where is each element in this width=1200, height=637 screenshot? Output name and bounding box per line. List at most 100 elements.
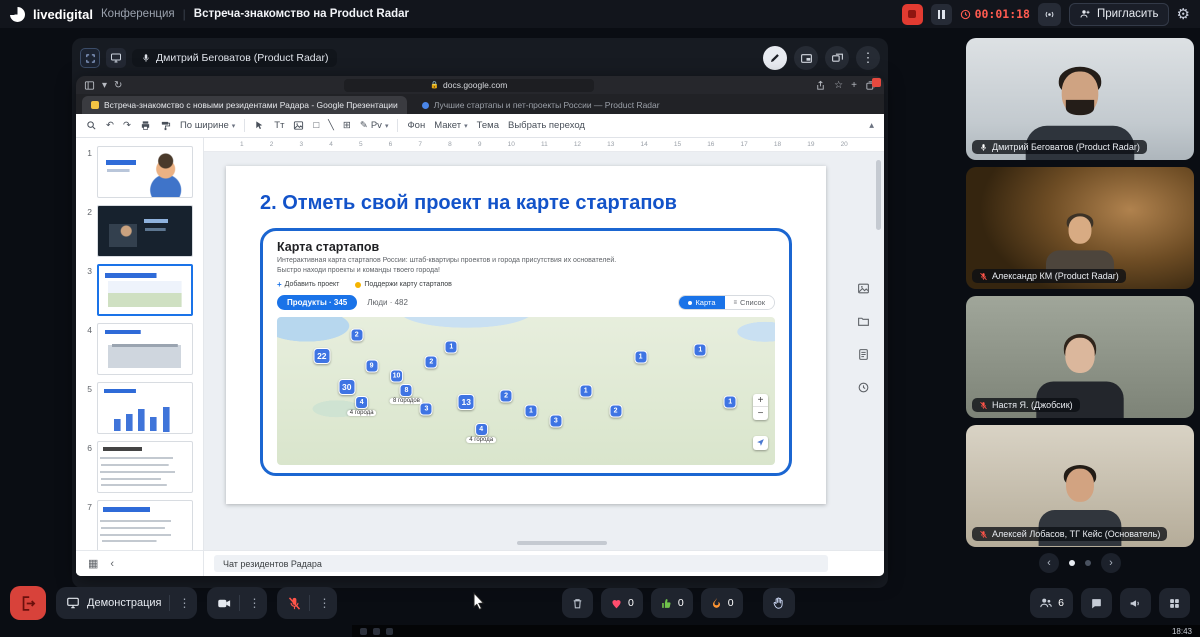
zoom-out-button[interactable]: − (753, 407, 768, 420)
microphone-button[interactable]: ⋮ (276, 587, 337, 619)
slide-thumbnail[interactable]: 4 (82, 323, 197, 375)
doc-panel-icon[interactable] (857, 348, 870, 361)
pause-recording-button[interactable] (930, 3, 952, 25)
pager-prev-button[interactable]: ‹ (1039, 553, 1059, 573)
map-marker[interactable]: 3 (549, 414, 563, 428)
pager-dot-active[interactable] (1069, 560, 1075, 566)
fire-reaction-button[interactable]: 0 (700, 588, 743, 618)
map-marker[interactable]: 9 (365, 359, 379, 373)
slide-thumbnail[interactable]: 1 (82, 146, 197, 198)
map-marker[interactable]: 1 (444, 340, 458, 354)
startup-map[interactable]: + − 2 22 9 30 10 4 4 города 8 8 городов … (277, 317, 775, 466)
layout-button[interactable]: Макет ▾ (434, 120, 467, 131)
table-tool-icon[interactable]: ⊞ (343, 120, 351, 131)
apps-grid-button[interactable] (1159, 588, 1190, 618)
mic-options-icon[interactable]: ⋮ (317, 596, 333, 610)
support-map-link[interactable]: Поддержи карту стартапов (355, 281, 452, 288)
slide-thumbnail[interactable]: 5 (82, 382, 197, 434)
photos-panel-icon[interactable] (857, 282, 870, 295)
slide-thumbnail[interactable]: 2 (82, 205, 197, 257)
share-screen-indicator-button[interactable] (106, 48, 126, 68)
settings-gear-icon[interactable]: ⚙ (1177, 7, 1190, 22)
heart-reaction-button[interactable]: 0 (601, 588, 643, 618)
chat-button[interactable] (1081, 588, 1112, 618)
paint-format-icon[interactable] (160, 120, 171, 131)
slide-thumbnail[interactable]: 6 (82, 441, 197, 493)
background-button[interactable]: Фон (407, 120, 425, 131)
map-marker[interactable]: 30 (338, 378, 356, 395)
screenshare-button[interactable]: Демонстрация ⋮ (56, 587, 197, 619)
collapse-toolbar-icon[interactable]: ▴ (869, 120, 874, 131)
map-marker[interactable]: 1 (524, 404, 538, 418)
pager-next-button[interactable]: › (1101, 553, 1121, 573)
zoom-in-button[interactable]: + (753, 394, 768, 408)
my-location-button[interactable] (753, 435, 768, 450)
address-bar[interactable]: 🔒 docs.google.com (343, 78, 594, 92)
people-tab[interactable]: Люди · 482 (367, 298, 408, 307)
announcement-button[interactable] (1120, 588, 1151, 618)
slide-thumbnail[interactable]: 7 (82, 500, 197, 550)
tab-active[interactable]: Встреча-знакомство с новыми резидентами … (82, 96, 407, 114)
map-marker[interactable]: 1 (693, 343, 707, 357)
participant-tile-4[interactable]: Алексей Лобасов, ТГ Кейс (Основатель) (966, 425, 1194, 547)
map-marker[interactable]: 3 (419, 402, 433, 416)
map-marker[interactable]: 13 (457, 393, 475, 410)
print-icon[interactable] (140, 120, 151, 131)
expand-button[interactable] (80, 48, 100, 68)
add-project-link[interactable]: + Добавить проект (277, 280, 339, 289)
new-tab-icon[interactable]: + (851, 80, 857, 91)
map-marker[interactable]: 2 (350, 328, 364, 342)
transition-button[interactable]: Выбрать переход (508, 120, 585, 131)
products-tab[interactable]: Продукты · 345 (277, 295, 358, 311)
stage-more-button[interactable]: ⋮ (856, 46, 880, 70)
map-view-option[interactable]: Карта (679, 296, 725, 310)
undo-icon[interactable]: ↶ (106, 120, 114, 131)
camera-button[interactable]: ⋮ (206, 587, 267, 619)
grid-view-icon[interactable]: ▦ (88, 557, 98, 570)
map-marker[interactable]: 22 (313, 347, 331, 364)
participant-tile-2[interactable]: Александр КМ (Product Radar) (966, 167, 1194, 289)
reload-icon[interactable]: ↻ (114, 80, 122, 91)
participant-tile-1[interactable]: Дмитрий Беговатов (Product Radar) (966, 38, 1194, 160)
tab-other[interactable]: Лучшие стартапы и пет-проекты России — P… (413, 96, 669, 114)
canvas-scrollbar[interactable] (876, 160, 881, 230)
map-marker[interactable]: 2 (609, 404, 623, 418)
clear-reactions-button[interactable] (562, 588, 593, 618)
map-marker[interactable]: 10 (389, 369, 404, 383)
speaker-notes[interactable]: Чат резидентов Радара (214, 555, 828, 572)
stop-recording-button[interactable] (901, 3, 923, 25)
participant-tile-3[interactable]: Настя Я. (Джобсик) (966, 296, 1194, 418)
pager-dot[interactable] (1085, 560, 1091, 566)
map-marker[interactable]: 1 (579, 384, 593, 398)
map-marker[interactable]: 2 (424, 355, 438, 369)
sidebar-toggle-icon[interactable] (84, 80, 95, 91)
clock-panel-icon[interactable] (857, 381, 870, 394)
map-marker[interactable]: 1 (723, 395, 737, 409)
layout-switch-button[interactable] (825, 46, 849, 70)
camera-options-icon[interactable]: ⋮ (247, 596, 263, 610)
canvas-hscrollbar[interactable] (516, 541, 607, 545)
bookmark-star-icon[interactable]: ☆ (834, 80, 843, 91)
search-icon[interactable] (86, 120, 97, 131)
raise-hand-button[interactable] (762, 588, 795, 618)
list-view-option[interactable]: ≡ Список (724, 296, 774, 310)
pen-tool[interactable]: ✎ Pv ▾ (360, 120, 389, 131)
insert-image-icon[interactable] (293, 120, 304, 131)
text-box-tool[interactable]: Tт (274, 120, 284, 131)
slide-thumbnail[interactable]: 3 (82, 264, 197, 316)
screenshare-options-icon[interactable]: ⋮ (177, 596, 193, 610)
leave-call-button[interactable] (10, 586, 46, 620)
map-marker[interactable]: 4 4 города (346, 396, 377, 417)
participants-button[interactable]: 6 (1030, 588, 1073, 618)
collapse-filmstrip-icon[interactable]: ‹ (110, 558, 114, 570)
tab-overview-icon[interactable]: ▾ (102, 80, 107, 91)
theme-button[interactable]: Тема (477, 120, 499, 131)
map-marker[interactable]: 2 (499, 389, 513, 403)
like-reaction-button[interactable]: 0 (650, 588, 693, 618)
current-slide[interactable]: 2. Отметь свой проект на карте стартапов… (226, 166, 826, 504)
invite-button[interactable]: Пригласить (1068, 2, 1169, 26)
map-marker[interactable]: 4 4 города (466, 422, 497, 443)
picture-in-picture-button[interactable] (794, 46, 818, 70)
line-tool-icon[interactable]: ╲ (328, 120, 334, 131)
share-icon[interactable] (815, 80, 826, 91)
